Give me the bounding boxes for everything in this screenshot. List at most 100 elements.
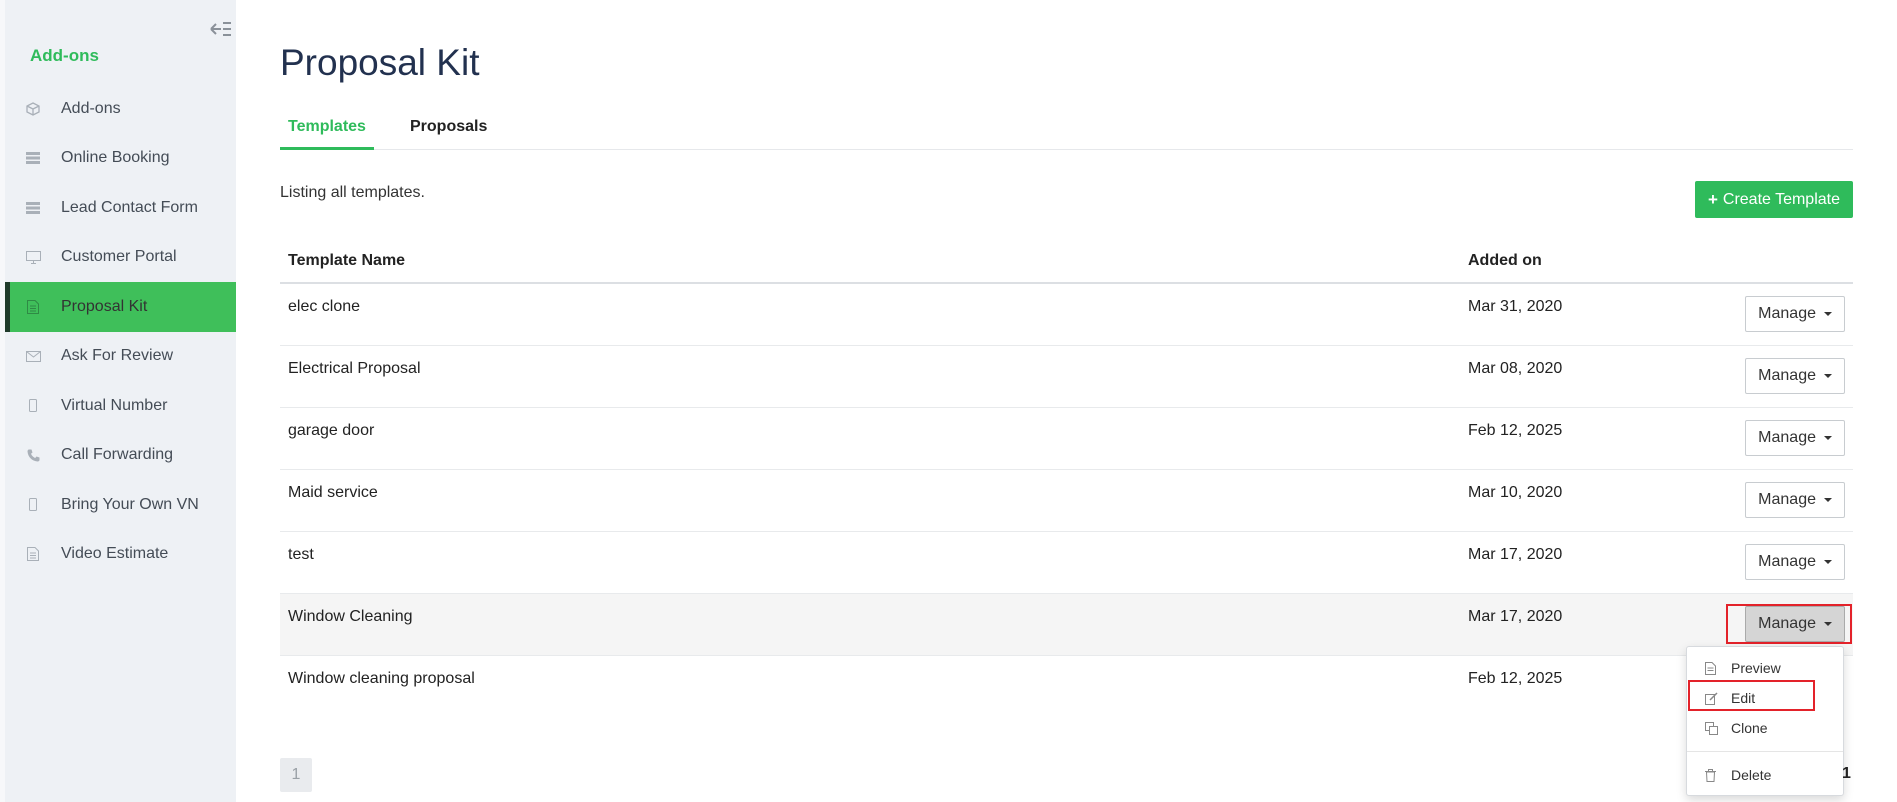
envelope-icon (25, 348, 41, 364)
caret-down-icon (1824, 374, 1832, 378)
sidebar: Add-ons Add-ons Online Booking Lead Cont… (0, 0, 236, 802)
table-row: Electrical Proposal Mar 08, 2020 Manage (280, 346, 1853, 408)
sidebar-item-label: Customer Portal (61, 248, 177, 266)
template-name: Maid service (288, 484, 378, 501)
sidebar-item-label: Lead Contact Form (61, 198, 198, 216)
mobile-icon (25, 497, 41, 513)
manage-label: Manage (1758, 429, 1816, 446)
templates-table: Template Name Added on elec clone Mar 31… (280, 240, 1853, 718)
listing-description: Listing all templates. (280, 184, 425, 201)
column-header-added-on: Added on (1468, 252, 1542, 269)
sidebar-item-call-forwarding[interactable]: Call Forwarding (5, 431, 236, 481)
added-on-date: Mar 31, 2020 (1468, 298, 1563, 315)
menu-item-preview[interactable]: Preview (1687, 653, 1843, 683)
manage-button[interactable]: Manage (1745, 358, 1845, 394)
manage-button[interactable]: Manage (1745, 296, 1845, 332)
phone-icon (25, 447, 41, 463)
caret-down-icon (1824, 622, 1832, 626)
manage-dropdown-menu: Preview Edit Clone Delete (1686, 646, 1844, 796)
sidebar-item-lead-contact-form[interactable]: Lead Contact Form (5, 183, 236, 233)
caret-down-icon (1824, 312, 1832, 316)
menu-item-clone[interactable]: Clone (1687, 713, 1843, 743)
manage-label: Manage (1758, 615, 1816, 632)
template-name: test (288, 546, 314, 563)
sidebar-item-label: Add-ons (61, 99, 121, 117)
caret-down-icon (1824, 436, 1832, 440)
table-row: test Mar 17, 2020 Manage (280, 532, 1853, 594)
template-name: Window cleaning proposal (288, 670, 475, 687)
caret-down-icon (1824, 560, 1832, 564)
table-row: garage door Feb 12, 2025 Manage (280, 408, 1853, 470)
manage-button[interactable]: Manage (1745, 544, 1845, 580)
menu-item-label: Delete (1731, 767, 1772, 783)
sidebar-item-label: Bring Your Own VN (61, 495, 199, 513)
sidebar-item-ask-for-review[interactable]: Ask For Review (5, 332, 236, 382)
sidebar-item-virtual-number[interactable]: Virtual Number (5, 381, 236, 431)
manage-button-active[interactable]: Manage (1745, 606, 1845, 642)
create-template-label: Create Template (1722, 190, 1840, 208)
sidebar-item-label: Online Booking (61, 149, 170, 167)
column-header-template-name: Template Name (288, 252, 406, 269)
sidebar-item-proposal-kit[interactable]: Proposal Kit (5, 282, 236, 332)
table-row: Window cleaning proposal Feb 12, 2025 (280, 656, 1853, 718)
table-row: Window Cleaning Mar 17, 2020 Manage (280, 594, 1853, 656)
template-name: Electrical Proposal (288, 360, 421, 377)
sidebar-item-label: Call Forwarding (61, 446, 174, 464)
menu-item-delete[interactable]: Delete (1687, 760, 1843, 790)
sidebar-item-add-ons[interactable]: Add-ons (5, 84, 236, 134)
sidebar-item-label: Ask For Review (61, 347, 174, 365)
plus-icon: + (1707, 189, 1718, 209)
menu-item-label: Clone (1731, 720, 1768, 736)
cube-icon (25, 101, 41, 117)
edit-icon (1705, 691, 1719, 705)
sidebar-item-label: Virtual Number (61, 396, 168, 414)
table-row: elec clone Mar 31, 2020 Manage (280, 284, 1853, 346)
page-title: Proposal Kit (280, 42, 480, 83)
sidebar-item-customer-portal[interactable]: Customer Portal (5, 233, 236, 283)
added-on-date: Mar 17, 2020 (1468, 608, 1563, 625)
document-icon (25, 546, 41, 562)
server-icon (25, 200, 41, 216)
added-on-date: Feb 12, 2025 (1468, 422, 1563, 439)
manage-label: Manage (1758, 367, 1816, 384)
manage-label: Manage (1758, 553, 1816, 570)
clone-icon (1705, 721, 1719, 735)
template-name: elec clone (288, 298, 361, 315)
create-template-button[interactable]: + Create Template (1694, 181, 1853, 218)
tab-proposals[interactable]: Proposals (402, 112, 495, 150)
added-on-date: Mar 17, 2020 (1468, 546, 1563, 563)
added-on-date: Mar 10, 2020 (1468, 484, 1563, 501)
sidebar-item-online-booking[interactable]: Online Booking (5, 134, 236, 184)
collapse-sidebar-icon[interactable] (209, 18, 233, 40)
menu-item-edit[interactable]: Edit (1687, 683, 1843, 713)
mobile-icon (25, 398, 41, 414)
pagination-page[interactable]: 1 (280, 758, 312, 792)
tab-templates[interactable]: Templates (280, 112, 374, 150)
sidebar-nav: Add-ons Online Booking Lead Contact Form… (5, 84, 236, 579)
caret-down-icon (1824, 498, 1832, 502)
template-name: garage door (288, 422, 375, 439)
sidebar-item-bring-your-own-vn[interactable]: Bring Your Own VN (5, 480, 236, 530)
added-on-date: Mar 08, 2020 (1468, 360, 1563, 377)
trash-icon (1705, 768, 1719, 782)
manage-button[interactable]: Manage (1745, 420, 1845, 456)
manage-label: Manage (1758, 305, 1816, 322)
table-header: Template Name Added on (280, 240, 1853, 284)
pagination-last: 1 (1842, 765, 1851, 782)
menu-item-label: Preview (1731, 660, 1781, 676)
manage-button[interactable]: Manage (1745, 482, 1845, 518)
template-name: Window Cleaning (288, 608, 413, 625)
added-on-date: Feb 12, 2025 (1468, 670, 1563, 687)
tab-bar: Templates Proposals (280, 112, 1853, 150)
document-icon (25, 299, 41, 315)
sidebar-item-label: Video Estimate (61, 545, 169, 563)
monitor-icon (25, 249, 41, 265)
manage-label: Manage (1758, 491, 1816, 508)
sidebar-title: Add-ons (30, 46, 99, 65)
menu-divider (1687, 751, 1843, 752)
sidebar-item-label: Proposal Kit (61, 297, 148, 315)
sidebar-item-video-estimate[interactable]: Video Estimate (5, 530, 236, 580)
table-row: Maid service Mar 10, 2020 Manage (280, 470, 1853, 532)
menu-item-label: Edit (1731, 690, 1756, 706)
server-icon (25, 150, 41, 166)
